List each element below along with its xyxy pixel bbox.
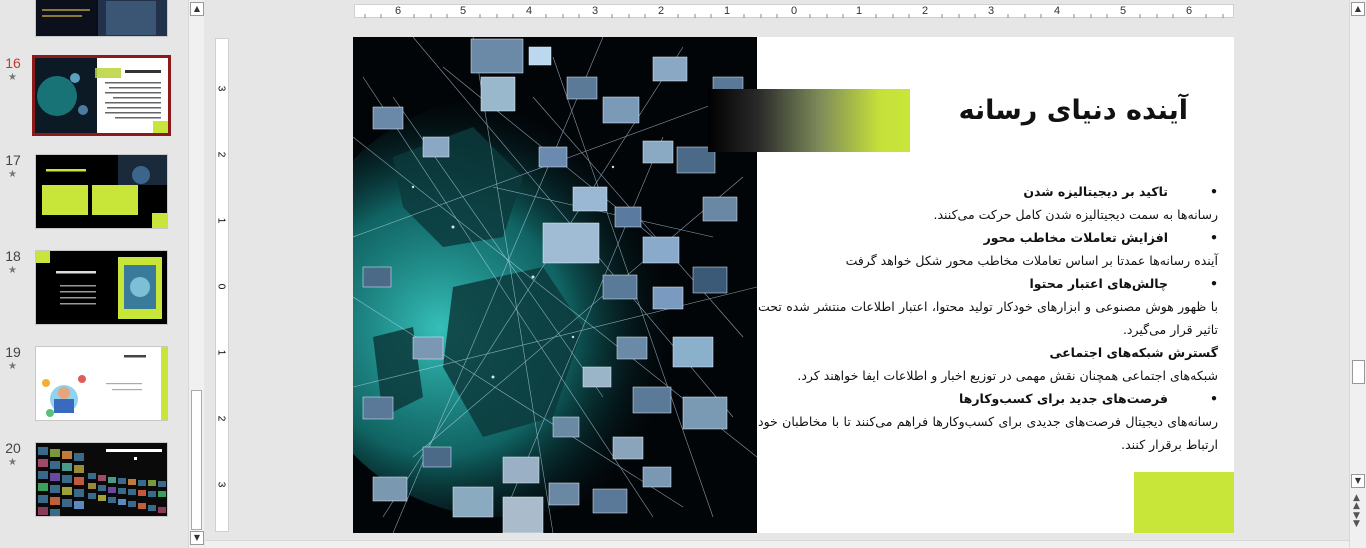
ruler-label: 6 (395, 5, 402, 17)
bullet-text: رسانه‌ها به سمت دیجیتالیزه شدن کامل حرکت… (933, 207, 1219, 222)
ruler-label: 4 (1054, 5, 1061, 17)
bullet-heading: افزایش تعاملات مخاطب محور (758, 226, 1218, 249)
bullet-heading: تاکید بر دیجیتالیزه شدن (758, 180, 1218, 203)
horizontal-scrollbar[interactable] (205, 540, 1349, 548)
ruler-label: 3 (988, 5, 995, 17)
bullet-heading: فرصت‌های جدید برای کسب‌وکارها (758, 387, 1218, 410)
ruler-label: 6 (1186, 5, 1193, 17)
ruler-label: 5 (1120, 5, 1127, 17)
thumbnail-slide-16[interactable] (32, 55, 171, 136)
ruler-label: 1 (856, 5, 863, 17)
slide-canvas[interactable]: آینده دنیای رسانه تاکید بر دیجیتالیزه شد… (353, 37, 1234, 533)
corner-accent-block (1134, 472, 1234, 533)
animation-star-icon: ★ (8, 265, 17, 276)
thumbnail-17-art (36, 155, 167, 228)
thumbnail-18-art (36, 251, 167, 324)
horizontal-ruler[interactable]: 6 5 4 3 2 1 0 1 2 3 4 5 6 (354, 4, 1234, 18)
ruler-label: 1 (215, 349, 227, 356)
bullet-text: رسانه‌های دیجیتال فرصت‌های جدیدی برای کس… (758, 414, 1218, 452)
ruler-label: 3 (592, 5, 599, 17)
ruler-label: 3 (215, 85, 227, 92)
scroll-up-icon[interactable]: ▲ (1351, 2, 1365, 16)
bullet-heading: چالش‌های اعتبار محتوا (758, 272, 1218, 295)
scroll-up-icon[interactable]: ▲ (190, 2, 204, 16)
bullet-heading: گسترش شبکه‌های اجتماعی (1049, 345, 1218, 360)
next-slide-icon[interactable]: ▼ ▼ (1353, 512, 1360, 529)
thumbnail-15-art (36, 0, 167, 36)
slide-number: 20 (5, 440, 21, 456)
title-accent-gradient-bar (708, 89, 910, 152)
slide-thumbnail-pane: 16 ★ 17 ★ 18 ★ 19 ★ 20 ★ (0, 0, 188, 548)
ruler-label: 1 (215, 217, 227, 224)
animation-star-icon: ★ (8, 72, 17, 83)
network-globe-image[interactable] (353, 37, 757, 533)
vertical-ruler[interactable]: 3 2 1 0 1 2 3 (215, 38, 229, 532)
thumbnail-slide-19[interactable] (35, 346, 168, 421)
ruler-label: 2 (922, 5, 929, 17)
previous-slide-icon[interactable]: ▲ ▲ (1353, 494, 1360, 511)
thumbnail-scrollbar[interactable]: ▲ ▼ (188, 0, 204, 548)
bullet-text: با ظهور هوش مصنوعی و ابزارهای خودکار تول… (758, 299, 1218, 337)
slide-number: 16 (5, 55, 21, 71)
thumbnail-19-art (36, 347, 167, 420)
ruler-label: 0 (791, 5, 798, 17)
thumbnail-slide-18[interactable] (35, 250, 168, 325)
thumbnail-16-art (35, 58, 168, 133)
bullet-text: آینده رسانه‌ها عمدتا بر اساس تعاملات مخا… (845, 253, 1218, 268)
thumbnail-slide-17[interactable] (35, 154, 168, 229)
ruler-label: 1 (724, 5, 731, 17)
network-globe-art (353, 37, 757, 533)
slide-title[interactable]: آینده دنیای رسانه (959, 95, 1188, 126)
ruler-label: 0 (215, 283, 227, 290)
slide-scrollbar[interactable]: ▲ ▼ ▲ ▲ ▼ ▼ (1349, 0, 1366, 548)
thumbnail-20-art (36, 443, 167, 516)
ruler-label: 2 (215, 151, 227, 158)
thumbnail-scroll-thumb[interactable] (191, 390, 202, 530)
animation-star-icon: ★ (8, 361, 17, 372)
ruler-label: 4 (526, 5, 533, 17)
animation-star-icon: ★ (8, 169, 17, 180)
slide-scroll-thumb[interactable] (1352, 360, 1365, 384)
thumbnail-slide-20[interactable] (35, 442, 168, 517)
bullet-text: شبکه‌های اجتماعی همچنان نقش مهمی در توزی… (797, 368, 1218, 383)
slide-body-text[interactable]: تاکید بر دیجیتالیزه شدن رسانه‌ها به سمت … (758, 180, 1218, 456)
slide-number: 17 (5, 152, 21, 168)
thumbnail-slide-15[interactable] (35, 0, 168, 37)
animation-star-icon: ★ (8, 457, 17, 468)
ruler-label: 5 (460, 5, 467, 17)
ruler-label: 3 (215, 481, 227, 488)
slide-number: 18 (5, 248, 21, 264)
slide-number: 19 (5, 344, 21, 360)
scroll-down-icon[interactable]: ▼ (190, 531, 204, 545)
ruler-label: 2 (215, 415, 227, 422)
scroll-down-icon[interactable]: ▼ (1351, 474, 1365, 488)
ruler-label: 2 (658, 5, 665, 17)
